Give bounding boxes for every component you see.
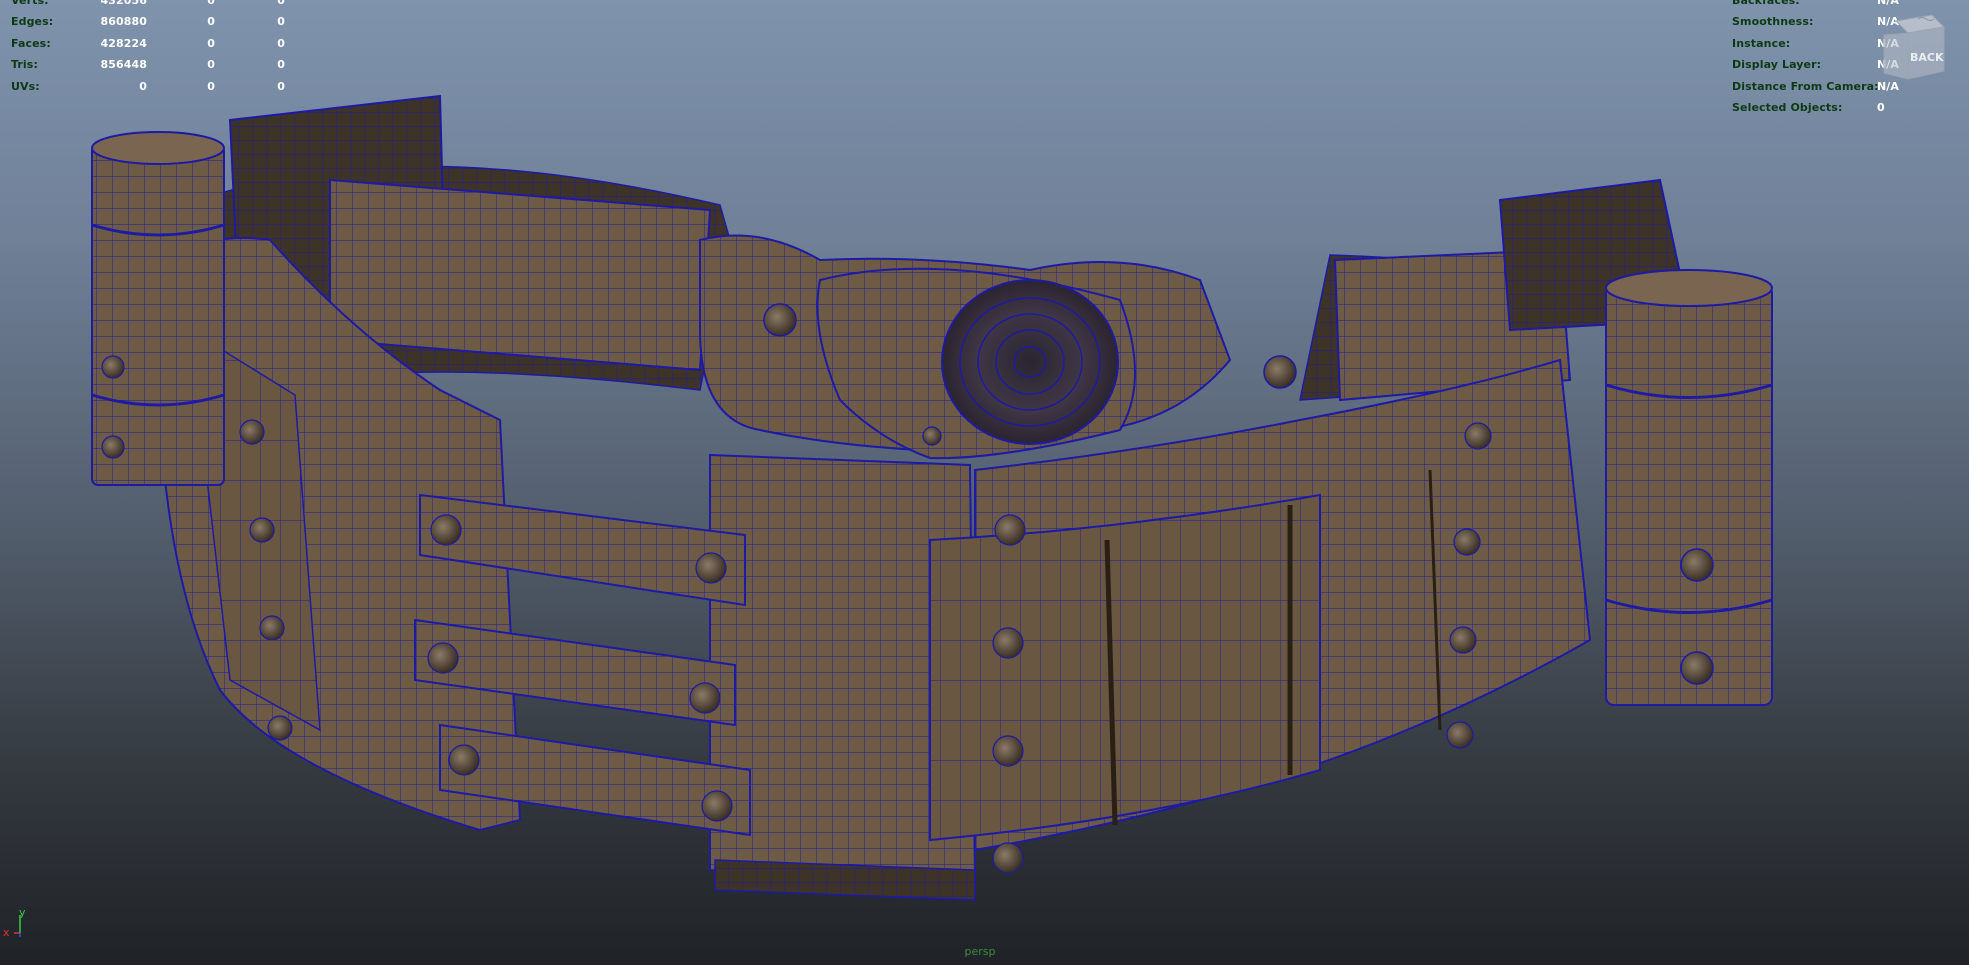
maya-viewport[interactable]: Verts: 432056 0 0 Edges: 860880 0 0 Face…	[0, 0, 1969, 965]
hud-value: N/A	[1877, 0, 1900, 7]
hud-label: Selected Objects:	[1732, 100, 1843, 114]
hud-row-faces: Faces: 428224 0 0	[11, 33, 301, 54]
hud-value: 0	[277, 0, 285, 7]
hud-label: Distance From Camera:	[1732, 79, 1879, 93]
hud-label: Display Layer:	[1732, 58, 1822, 72]
hud-label: Instance:	[1732, 36, 1791, 50]
hud-value: 0	[277, 79, 285, 93]
hud-value: 0	[207, 0, 215, 7]
axis-x-label: x	[3, 926, 10, 939]
hud-row-uvs: UVs: 0 0 0	[11, 76, 301, 97]
hud-label: Faces:	[11, 36, 51, 50]
hud-label: Tris:	[11, 58, 38, 72]
cylinder-pouch-left[interactable]	[91, 131, 225, 486]
hud-label: UVs:	[11, 79, 40, 93]
hud-value: 0	[207, 79, 215, 93]
hud-value: 0	[207, 36, 215, 50]
axis-gizmo-icon: y x	[3, 908, 26, 939]
cylinder-pouch-right[interactable]	[1605, 269, 1773, 706]
hud-row-backfaces: Backfaces: N/A	[1732, 0, 1962, 11]
hud-label: Backfaces:	[1732, 0, 1800, 7]
hud-value: 0	[1877, 100, 1885, 114]
hud-value: 0	[207, 58, 215, 72]
hud-row-tris: Tris: 856448 0 0	[11, 54, 301, 75]
center-buckle[interactable]	[699, 234, 1297, 460]
hud-value: 0	[207, 15, 215, 29]
hud-label: Smoothness:	[1732, 15, 1814, 29]
hud-value: 0	[277, 58, 285, 72]
hud-label: Verts:	[11, 0, 49, 7]
view-cube-face-label: BACK	[1910, 51, 1944, 64]
hud-value: 428224	[100, 36, 147, 50]
hud-value: 0	[277, 36, 285, 50]
view-cube-icon[interactable]: BACK	[1882, 13, 1946, 89]
hud-row-verts: Verts: 432056 0 0	[11, 0, 301, 11]
hud-value: 432056	[100, 0, 147, 7]
hud-row-selected-objects: Selected Objects: 0	[1732, 97, 1962, 118]
camera-name-label: persp	[964, 945, 996, 958]
hud-value: 0	[139, 79, 147, 93]
axis-y-label: y	[19, 908, 26, 919]
hud-row-edges: Edges: 860880 0 0	[11, 11, 301, 32]
hud-value: 0	[277, 15, 285, 29]
hud-value: 856448	[100, 58, 147, 72]
hud-value: 860880	[100, 15, 147, 29]
hud-poly-count: Verts: 432056 0 0 Edges: 860880 0 0 Face…	[11, 0, 301, 97]
hud-label: Edges:	[11, 15, 54, 29]
belt-model-viewport-render[interactable]	[0, 0, 1969, 965]
